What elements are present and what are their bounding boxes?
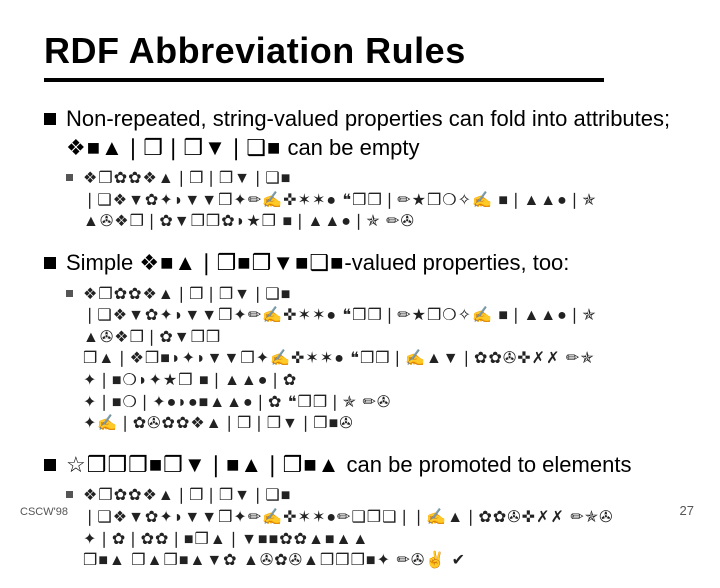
bullet-text: ☆❒❒❒■❒▼❘■▲❘❒■▲ can be promoted to elemen… — [66, 451, 631, 480]
small-square-icon — [66, 290, 73, 297]
square-bullet-icon — [44, 113, 56, 125]
bullet-text: Non-repeated, string-valued properties c… — [66, 105, 684, 162]
footer-venue: CSCW'98 — [20, 506, 68, 518]
square-bullet-icon — [44, 257, 56, 269]
slide-number: 27 — [680, 503, 694, 518]
small-square-icon — [66, 174, 73, 181]
page-title: RDF Abbreviation Rules — [44, 30, 466, 72]
bullet-point: Simple ❖■▲❘❒■❒▼■❑■-valued properties, to… — [44, 249, 684, 435]
slide-content: Non-repeated, string-valued properties c… — [44, 105, 684, 588]
small-square-icon — [66, 491, 73, 498]
code-snippet: ❖❒✿✿❖▲❘❒❘❒▼❘❑■ ❘❑❖▼✿✦◗▼▼❒✦✏✍✜✶✶● ❝❒❒❘✏★❒… — [83, 284, 597, 435]
code-snippet: ❖❒✿✿❖▲❘❒❘❒▼❘❑■ ❘❑❖▼✿✦◗▼▼❒✦✏✍✜✶✶●✏❑❒❑❘❘✍▲… — [83, 485, 614, 571]
bullet-point: Non-repeated, string-valued properties c… — [44, 105, 684, 233]
bullet-point: ☆❒❒❒■❒▼❘■▲❘❒■▲ can be promoted to elemen… — [44, 451, 684, 572]
bullet-text: Simple ❖■▲❘❒■❒▼■❑■-valued properties, to… — [66, 249, 569, 278]
code-snippet: ❖❒✿✿❖▲❘❒❘❒▼❘❑■ ❘❑❖▼✿✦◗▼▼❒✦✏✍✜✶✶● ❝❒❒❘✏★❒… — [83, 168, 597, 233]
square-bullet-icon — [44, 459, 56, 471]
